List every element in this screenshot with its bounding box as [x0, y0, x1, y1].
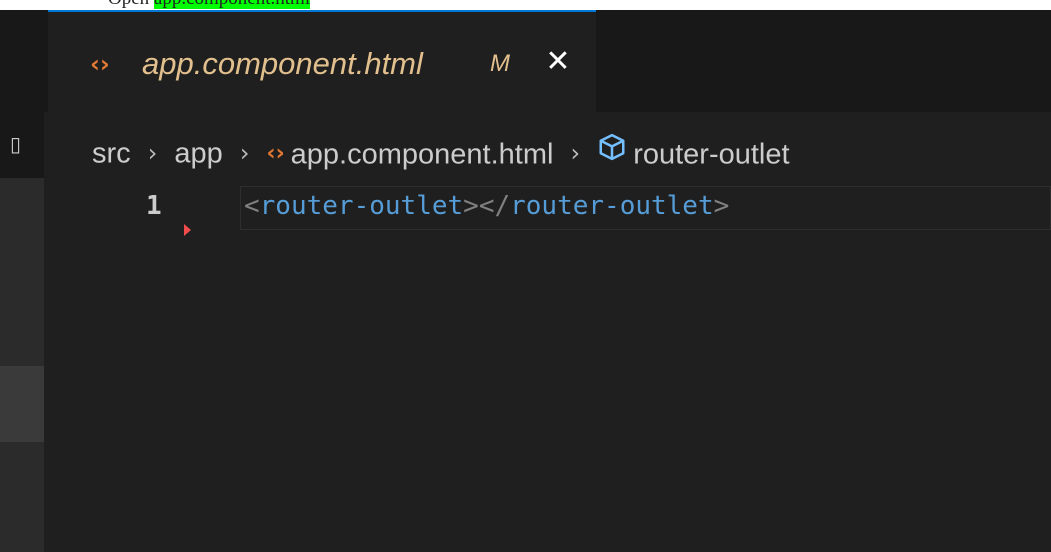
html-file-icon: ‹›	[266, 141, 285, 167]
html-file-icon: ‹›	[90, 50, 110, 78]
modified-badge: M	[490, 50, 510, 77]
breadcrumb-separator: ›	[147, 139, 158, 168]
symbol-cube-icon	[599, 134, 625, 161]
editor-tab-bar: ‹› app.component.html M ✕	[44, 10, 1051, 112]
close-icon[interactable]: ✕	[540, 44, 576, 80]
caption-highlight: app.component.html	[153, 0, 311, 9]
diff-marker-icon[interactable]	[184, 224, 191, 236]
token-tag: router-outlet	[510, 191, 714, 221]
tab-app-component-html[interactable]: ‹› app.component.html M ✕	[48, 10, 596, 112]
edge-icon: ▯	[10, 132, 22, 156]
side-scrollbar-thumb[interactable]	[0, 366, 44, 442]
side-scrollbar-track[interactable]	[0, 178, 44, 552]
token-tag: router-outlet	[259, 191, 464, 221]
token-punctuation: </	[478, 191, 511, 221]
breadcrumb-item-src[interactable]: src	[92, 137, 131, 169]
code-line[interactable]: 1 <router-outlet></router-outlet>	[44, 182, 1051, 236]
caption-text: Open app.component.html	[108, 0, 311, 9]
breadcrumb-file-label: app.component.html	[290, 138, 554, 171]
breadcrumb-separator: ›	[239, 139, 250, 168]
breadcrumb-separator: ›	[570, 139, 581, 168]
breadcrumb: src › app › ‹› app.component.html › route…	[92, 132, 790, 172]
breadcrumb-item-file[interactable]: ‹› app.component.html	[266, 137, 562, 171]
activity-edge: ▯	[0, 10, 44, 552]
token-punctuation: >	[713, 191, 730, 221]
breadcrumb-item-symbol[interactable]: router-outlet	[597, 134, 790, 171]
breadcrumb-symbol-label: router-outlet	[633, 138, 790, 171]
page: Open app.component.html ▯ ‹› app.compone…	[0, 0, 1051, 552]
tab-title: app.component.html	[142, 46, 423, 81]
token-punctuation: <	[244, 191, 260, 221]
breadcrumb-item-app[interactable]: app	[174, 137, 222, 169]
token-punctuation: >	[463, 191, 479, 221]
caption-prefix: Open	[108, 0, 149, 9]
line-number: 1	[146, 191, 162, 221]
code-text[interactable]: <router-outlet></router-outlet>	[244, 188, 729, 224]
document-caption: Open app.component.html	[0, 0, 1051, 10]
code-editor: ▯ ‹› app.component.html M ✕ src › app › …	[0, 10, 1051, 552]
